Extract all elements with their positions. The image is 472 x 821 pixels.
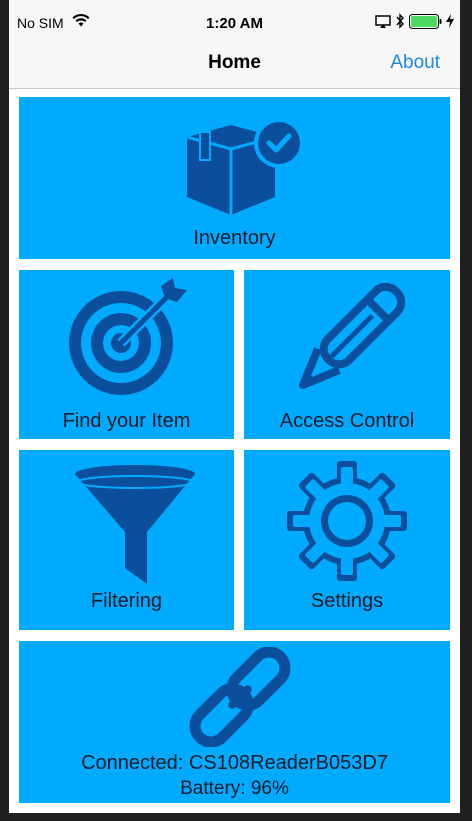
navigation-bar: Home About	[9, 44, 460, 89]
funnel-icon	[75, 465, 195, 584]
filtering-tile[interactable]: Filtering	[19, 450, 234, 630]
pencil-icon	[299, 282, 406, 389]
access-control-label: Access Control	[279, 410, 415, 432]
connection-tile[interactable]: Connected: CS108ReaderB053D7 Battery: 96…	[19, 641, 450, 803]
charging-icon	[446, 14, 454, 28]
find-your-item-label: Find your Item	[62, 410, 191, 432]
find-your-item-tile[interactable]: Find your Item	[19, 270, 234, 439]
about-button[interactable]: About	[390, 52, 440, 74]
connection-status: Connected: CS108ReaderB053D7	[81, 752, 388, 774]
inventory-tile[interactable]: Inventory	[19, 97, 450, 259]
bluetooth-icon	[396, 13, 404, 29]
gear-icon	[287, 461, 407, 581]
box-check-icon	[186, 118, 304, 215]
battery-icon	[409, 14, 442, 29]
settings-label: Settings	[310, 590, 384, 612]
battery-level: Battery: 96%	[180, 778, 289, 799]
app-screen: No SIM 1:20 AM Home About Inventory Find…	[9, 0, 460, 813]
filtering-label: Filtering	[90, 590, 163, 612]
target-icon	[69, 278, 187, 395]
inventory-label: Inventory	[193, 227, 276, 249]
status-time: 1:20 AM	[206, 15, 263, 32]
link-icon	[189, 647, 291, 747]
settings-tile[interactable]: Settings	[244, 450, 450, 630]
status-bar: No SIM 1:20 AM	[9, 0, 460, 44]
airplay-icon	[375, 15, 391, 28]
access-control-tile[interactable]: Access Control	[244, 270, 450, 439]
